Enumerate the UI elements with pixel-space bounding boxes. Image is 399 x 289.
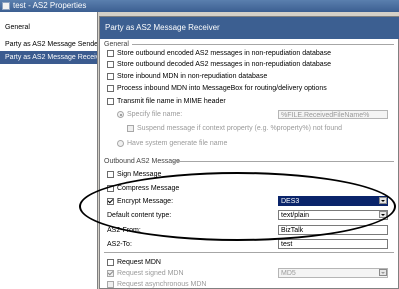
store-outbound-checkbox[interactable] <box>107 50 114 57</box>
store-outbound-decoded-checkbox[interactable] <box>107 61 114 68</box>
request-async-mdn-label: Request asynchronous MDN <box>117 281 207 288</box>
window-title: test - AS2 Properties <box>13 1 87 10</box>
store-inbound-mdn-label: Store inbound MDN in non-repudiation dat… <box>117 73 268 80</box>
sign-message-checkbox[interactable] <box>107 171 114 178</box>
as2-from-label: AS2-From: <box>107 227 141 234</box>
store-inbound-mdn-checkbox[interactable] <box>107 73 114 80</box>
suspend-message-checkbox[interactable] <box>127 125 134 132</box>
specify-filename-label: Specify file name: <box>127 111 183 118</box>
request-async-mdn-checkbox[interactable] <box>107 281 114 288</box>
title-bar: test - AS2 Properties <box>0 0 399 12</box>
compress-message-label: Compress Message <box>117 185 180 192</box>
encrypt-message-checkbox[interactable] <box>107 198 114 205</box>
chevron-down-icon[interactable] <box>379 211 387 218</box>
request-mdn-checkbox[interactable] <box>107 259 114 266</box>
transmit-filename-label: Transmit file name in MIME header <box>117 98 226 105</box>
specify-filename-radio[interactable] <box>117 111 124 118</box>
transmit-filename-checkbox[interactable] <box>107 98 114 105</box>
as2-from-field[interactable]: BizTalk <box>278 225 388 235</box>
process-inbound-mdn-label: Process inbound MDN into MessageBox for … <box>117 85 327 92</box>
system-generate-radio[interactable] <box>117 140 124 147</box>
store-outbound-label: Store outbound encoded AS2 messages in n… <box>117 50 332 57</box>
store-outbound-decoded-label: Store outbound decoded AS2 messages in n… <box>117 61 332 68</box>
content-type-select[interactable]: text/plain <box>278 210 388 220</box>
section-divider <box>104 252 394 253</box>
compress-message-checkbox[interactable] <box>107 185 114 192</box>
signed-mdn-select[interactable]: MD5 <box>278 268 388 278</box>
request-signed-mdn-checkbox[interactable] <box>107 270 114 277</box>
process-inbound-mdn-checkbox[interactable] <box>107 85 114 92</box>
chevron-down-icon[interactable] <box>379 269 387 276</box>
chevron-down-icon[interactable] <box>379 197 387 204</box>
filename-field[interactable]: %FILE.ReceivedFileName% <box>278 110 388 119</box>
system-generate-label: Have system generate file name <box>127 140 228 147</box>
sign-message-label: Sign Message <box>117 171 162 178</box>
section-divider <box>132 44 394 45</box>
section-divider <box>171 161 394 162</box>
app-icon <box>2 2 10 10</box>
request-signed-mdn-label: Request signed MDN <box>117 270 184 277</box>
panel-title: Party as AS2 Message Receiver <box>100 17 399 39</box>
encrypt-message-label: Encrypt Message: <box>117 198 174 205</box>
request-mdn-label: Request MDN <box>117 259 161 266</box>
section-outbound: Outbound AS2 Message <box>104 158 180 165</box>
nav-item-receiver[interactable]: Party as AS2 Message Receiver <box>0 51 97 64</box>
nav-item-general[interactable]: General <box>0 21 97 34</box>
section-general: General <box>104 41 129 48</box>
suspend-message-label: Suspend message if context property (e.g… <box>137 125 343 132</box>
encrypt-algorithm-select[interactable]: DES3 <box>278 196 388 206</box>
as2-to-label: AS2-To: <box>107 241 132 248</box>
content-type-label: Default content type: <box>107 212 172 219</box>
nav-pane: General Party as AS2 Message Sender Part… <box>0 12 98 289</box>
as2-to-field[interactable]: test <box>278 239 388 249</box>
nav-item-sender[interactable]: Party as AS2 Message Sender <box>0 38 97 51</box>
